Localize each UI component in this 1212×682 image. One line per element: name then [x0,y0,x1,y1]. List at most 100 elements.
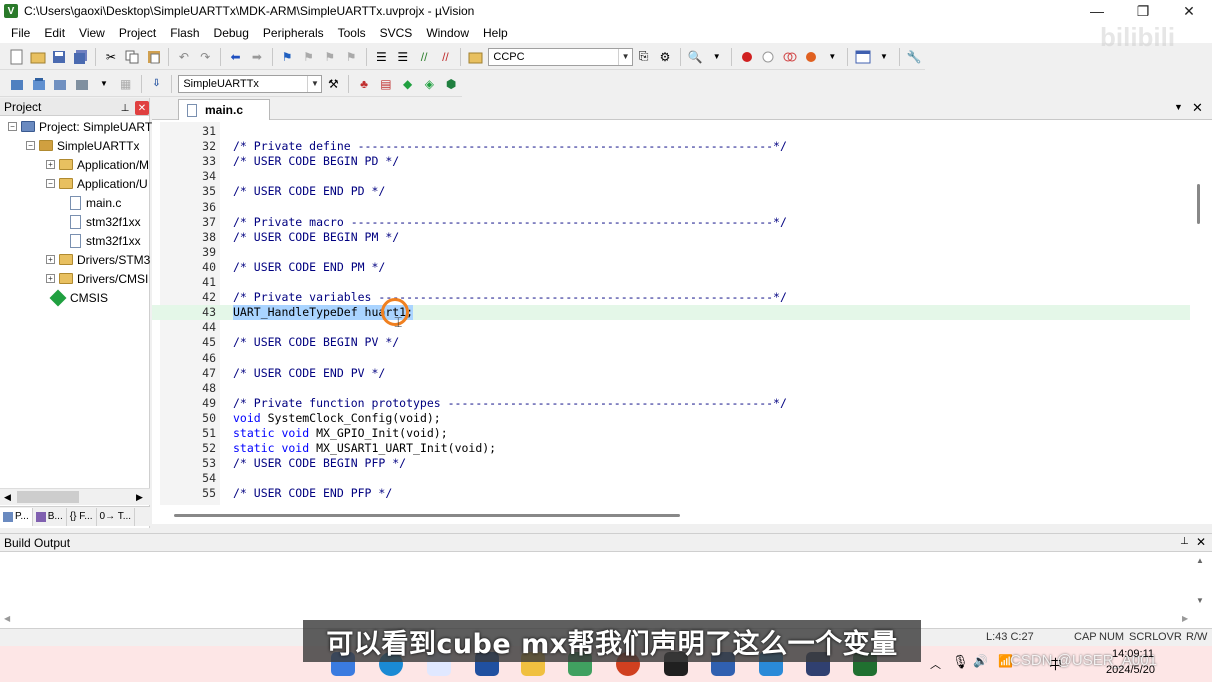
close-panel-icon[interactable]: ✕ [135,101,149,115]
menu-peripherals[interactable]: Peripherals [256,26,331,40]
code-line[interactable]: 46 [152,351,1192,366]
editor-vscroll[interactable] [1190,122,1207,507]
clear-bookmarks-icon[interactable]: ⚑ [342,48,359,66]
code-line[interactable]: 33 /* USER CODE BEGIN PD */ [152,154,1192,169]
chevron-down-icon[interactable]: ▼ [618,48,632,65]
expand-icon[interactable]: + [46,160,55,169]
tree-item[interactable]: CMSIS [46,288,108,307]
tab-books[interactable]: B... [33,507,67,526]
stop-build-icon[interactable]: ▦ [117,75,135,93]
code-line[interactable]: 42 /* Private variables -----------------… [152,290,1192,305]
code-line[interactable]: 31 [152,124,1192,139]
pack-installer-icon[interactable]: ◈ [421,75,439,93]
code-line[interactable]: 47 /* USER CODE END PV */ [152,366,1192,381]
close-tab-icon[interactable]: ✕ [1192,100,1203,116]
menu-project[interactable]: Project [112,26,163,40]
scroll-right-icon[interactable]: ▶ [1182,614,1188,623]
vscroll-thumb[interactable] [1197,184,1200,224]
breakpoint-icon[interactable] [738,48,755,66]
save-icon[interactable] [51,48,68,66]
editor-hscroll[interactable] [152,507,1212,524]
microphone-icon[interactable]: 🎙 [952,654,969,670]
manage-project-items-icon[interactable]: ♣ [355,75,373,93]
code-line[interactable]: 54 [152,471,1192,486]
unindent-icon[interactable]: ☰ [394,48,411,66]
rebuild-icon[interactable] [52,75,70,93]
speaker-icon[interactable]: 🔊 [973,654,988,668]
tree-item[interactable]: − Project: SimpleUARTT [8,117,159,136]
code-line[interactable]: 50 void SystemClock_Config(void); [152,411,1192,426]
kill-breakpoints-icon[interactable] [802,48,819,66]
select-packs-icon[interactable]: ▤ [377,75,395,93]
navigate-forward-icon[interactable]: ➡ [248,48,265,66]
cut-icon[interactable]: ✂ [102,48,119,66]
menu-debug[interactable]: Debug [207,26,256,40]
tab-main-c[interactable]: main.c [178,99,270,120]
code-line[interactable]: 35 /* USER CODE END PD */ [152,184,1192,199]
tab-project[interactable]: P... [0,507,33,526]
chevron-down-icon[interactable]: ▼ [307,75,321,92]
menu-flash[interactable]: Flash [163,26,206,40]
code-line[interactable]: 55 /* USER CODE END PFP */ [152,486,1192,501]
code-line[interactable]: 34 [152,169,1192,184]
load-download-icon[interactable]: ⇩ [148,75,166,93]
chevron-down-icon[interactable]: ▼ [824,48,841,66]
expand-icon[interactable]: + [46,274,55,283]
tree-item[interactable]: − Application/U [46,174,148,193]
disable-all-breakpoints-icon[interactable] [781,48,798,66]
code-line[interactable]: 41 [152,275,1192,290]
code-line[interactable]: 53 /* USER CODE BEGIN PFP */ [152,456,1192,471]
code-view[interactable]: 31 32 /* Private define ------------------… [152,122,1192,505]
target-options-icon[interactable]: ⚒ [324,75,342,93]
menu-help[interactable]: Help [476,26,515,40]
window-layout-icon[interactable] [854,48,871,66]
comment-icon[interactable]: // [415,48,432,66]
scroll-down-icon[interactable]: ▼ [1196,596,1204,605]
chevron-down-icon[interactable]: ▼ [875,48,892,66]
code-line[interactable]: 48 [152,381,1192,396]
chevron-down-icon[interactable]: ▼ [708,48,725,66]
uncomment-icon[interactable]: // [437,48,454,66]
chevron-up-icon[interactable]: ︿ [930,656,941,672]
collapse-icon[interactable]: − [8,122,17,131]
expand-icon[interactable]: + [46,255,55,264]
build-icon[interactable] [30,75,48,93]
collapse-icon[interactable]: − [26,141,35,150]
collapse-icon[interactable]: − [46,179,55,188]
open-folder-icon[interactable] [29,48,46,66]
scroll-right-icon[interactable]: ▶ [136,492,143,503]
disable-breakpoint-icon[interactable] [760,48,777,66]
indent-icon[interactable]: ☰ [373,48,390,66]
menu-edit[interactable]: Edit [37,26,72,40]
find-icon[interactable]: ⎘ [635,48,652,66]
menu-view[interactable]: View [72,26,112,40]
tree-item[interactable]: main.c [66,193,121,212]
tab-functions[interactable]: {} F... [67,507,97,526]
scroll-left-icon[interactable]: ◀ [4,492,11,503]
code-line[interactable]: 38 /* USER CODE BEGIN PM */ [152,230,1192,245]
tree-item[interactable]: + Drivers/STM3 [46,250,150,269]
prev-bookmark-icon[interactable]: ⚑ [300,48,317,66]
close-panel-icon[interactable]: ✕ [1196,535,1206,549]
tree-item[interactable]: stm32f1xx [66,212,141,231]
minimize-button[interactable]: — [1074,0,1120,22]
configure-wrench-icon[interactable]: 🔧 [906,48,923,66]
next-bookmark-icon[interactable]: ⚑ [321,48,338,66]
redo-icon[interactable]: ↷ [197,48,214,66]
code-line[interactable]: 52 static void MX_USART1_UART_Init(void); [152,441,1192,456]
tree-item[interactable]: stm32f1xx [66,231,141,250]
scroll-thumb[interactable] [17,491,79,503]
navigate-back-icon[interactable]: ⬅ [227,48,244,66]
code-line[interactable]: 40 /* USER CODE END PM */ [152,260,1192,275]
code-line[interactable]: 43 UART_HandleTypeDef huart1; [152,305,1192,321]
translate-icon[interactable] [8,75,26,93]
manage-rte-icon[interactable]: ◆ [399,75,417,93]
new-file-icon[interactable] [8,48,25,66]
tab-templates[interactable]: 0→ T... [97,507,136,526]
chevron-down-icon[interactable]: ▼ [95,75,113,93]
scroll-up-icon[interactable]: ▲ [1196,556,1204,565]
code-line[interactable]: 32 /* Private define --------------------… [152,139,1192,154]
debug-session-icon[interactable]: 🔍 [687,48,704,66]
code-line[interactable]: 49 /* Private function prototypes -------… [152,396,1192,411]
code-line[interactable]: 44 [152,320,1192,335]
